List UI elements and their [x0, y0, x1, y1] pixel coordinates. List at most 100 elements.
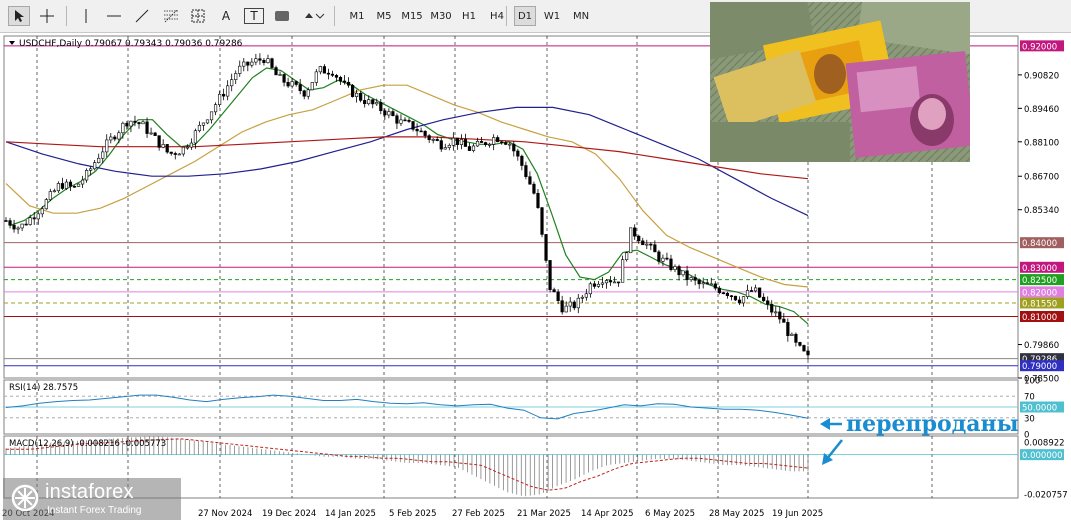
- timeframe-m1[interactable]: M1: [346, 6, 368, 26]
- candle-body: [673, 266, 677, 270]
- candle-body: [177, 153, 181, 156]
- candle-body: [616, 281, 621, 284]
- candle-body: [596, 283, 601, 287]
- logo-tagline: Instant Forex Trading: [47, 505, 142, 516]
- timeframe-m30[interactable]: M30: [428, 6, 454, 26]
- candle-body: [40, 208, 44, 215]
- candle-body: [713, 283, 717, 289]
- candle-body: [524, 165, 528, 177]
- candle-body: [306, 89, 310, 97]
- candle-body: [504, 142, 508, 145]
- candle-body: [564, 305, 568, 313]
- price-tick-label: 0.88100: [1024, 138, 1059, 148]
- candle-body: [133, 120, 137, 123]
- candle-body: [165, 144, 169, 153]
- candle-body: [101, 151, 105, 159]
- price-tag: 0.92000: [1022, 42, 1057, 52]
- oversold-annotation: перепроданы: [846, 411, 1019, 437]
- crosshair-icon[interactable]: [36, 6, 58, 26]
- candle-body: [129, 120, 133, 127]
- candle-body: [262, 59, 266, 63]
- candle-body: [677, 266, 681, 276]
- candle-body: [584, 293, 588, 298]
- candle-body: [222, 93, 226, 97]
- candle-body: [790, 333, 794, 336]
- fibonacci-icon[interactable]: [160, 6, 182, 26]
- candle-body: [330, 73, 335, 76]
- candle-body: [415, 128, 419, 132]
- candle-body: [737, 299, 742, 304]
- timeframe-d1[interactable]: D1: [514, 6, 536, 26]
- candle-body: [483, 142, 488, 145]
- instaforex-logo: instaforex Instant Forex Trading: [3, 478, 181, 520]
- x-axis-label: 14 Apr 2025: [581, 509, 634, 519]
- candle-body: [302, 90, 306, 97]
- candle-body: [697, 279, 701, 285]
- candle-body: [97, 157, 101, 163]
- candle-body: [278, 74, 282, 76]
- candle-body: [754, 287, 758, 292]
- candle-body: [226, 85, 230, 97]
- candle-body: [379, 102, 383, 112]
- text-icon[interactable]: A: [216, 6, 236, 26]
- candle-body: [556, 291, 560, 301]
- logo-mark-icon: [11, 484, 39, 512]
- candle-body: [387, 111, 391, 116]
- timeframe-h1[interactable]: H1: [458, 6, 480, 26]
- candle-body: [475, 141, 480, 147]
- rsi-tick-label: 100: [1024, 377, 1040, 387]
- candle-body: [749, 290, 754, 292]
- candle-body: [149, 132, 153, 135]
- timeframe-mn[interactable]: MN: [569, 6, 593, 26]
- rectangle-icon[interactable]: [272, 6, 292, 26]
- candle-body: [536, 192, 540, 208]
- candle-body: [326, 72, 331, 75]
- timeframe-m5[interactable]: M5: [373, 6, 395, 26]
- banknotes-photo: [710, 2, 970, 162]
- candle-body: [157, 135, 161, 148]
- price-tag: 0.82500: [1022, 276, 1057, 286]
- candle-body: [375, 102, 379, 105]
- candle-body: [427, 135, 431, 141]
- candle-body: [24, 223, 28, 226]
- horizontal-line-icon[interactable]: [104, 6, 124, 26]
- symbol-header: USDCHF,Daily 0.79067 0.79343 0.79036 0.7…: [19, 39, 243, 49]
- cursor-icon[interactable]: [8, 6, 30, 26]
- candle-body: [721, 292, 725, 295]
- x-axis-label: 28 May 2025: [709, 509, 764, 519]
- candle-body: [459, 139, 464, 145]
- candle-body: [32, 217, 36, 220]
- timeframe-m15[interactable]: M15: [399, 6, 425, 26]
- candle-body: [794, 333, 798, 343]
- candle-body: [209, 111, 214, 121]
- candle-body: [338, 77, 343, 82]
- candle-body: [72, 185, 77, 188]
- candle-body: [80, 179, 85, 185]
- grid-tool-icon[interactable]: [188, 6, 208, 26]
- candle-body: [246, 61, 250, 66]
- text-label-icon[interactable]: T: [244, 8, 264, 24]
- candle-body: [105, 139, 109, 153]
- candle-body: [641, 240, 645, 246]
- candle-body: [625, 252, 629, 261]
- candle-body: [532, 183, 536, 194]
- candle-body: [161, 144, 165, 148]
- trendline-icon[interactable]: [132, 6, 152, 26]
- candle-body: [774, 311, 778, 314]
- candle-body: [560, 300, 564, 313]
- candle-body: [52, 190, 56, 193]
- price-tag: 0.84000: [1022, 239, 1057, 249]
- timeframe-h4[interactable]: H4: [486, 6, 508, 26]
- candle-body: [294, 81, 298, 85]
- timeframe-w1[interactable]: W1: [541, 6, 563, 26]
- candle-body: [201, 122, 206, 126]
- candle-body: [766, 300, 770, 305]
- price-tick-label: 0.90820: [1024, 71, 1059, 81]
- candle-body: [802, 345, 806, 352]
- price-tag: 0.81550: [1022, 299, 1057, 309]
- candle-body: [419, 130, 423, 133]
- shapes-icon[interactable]: [302, 6, 328, 26]
- vertical-line-icon[interactable]: [76, 6, 96, 26]
- candle-body: [334, 75, 339, 78]
- logo-name: instaforex: [45, 481, 134, 503]
